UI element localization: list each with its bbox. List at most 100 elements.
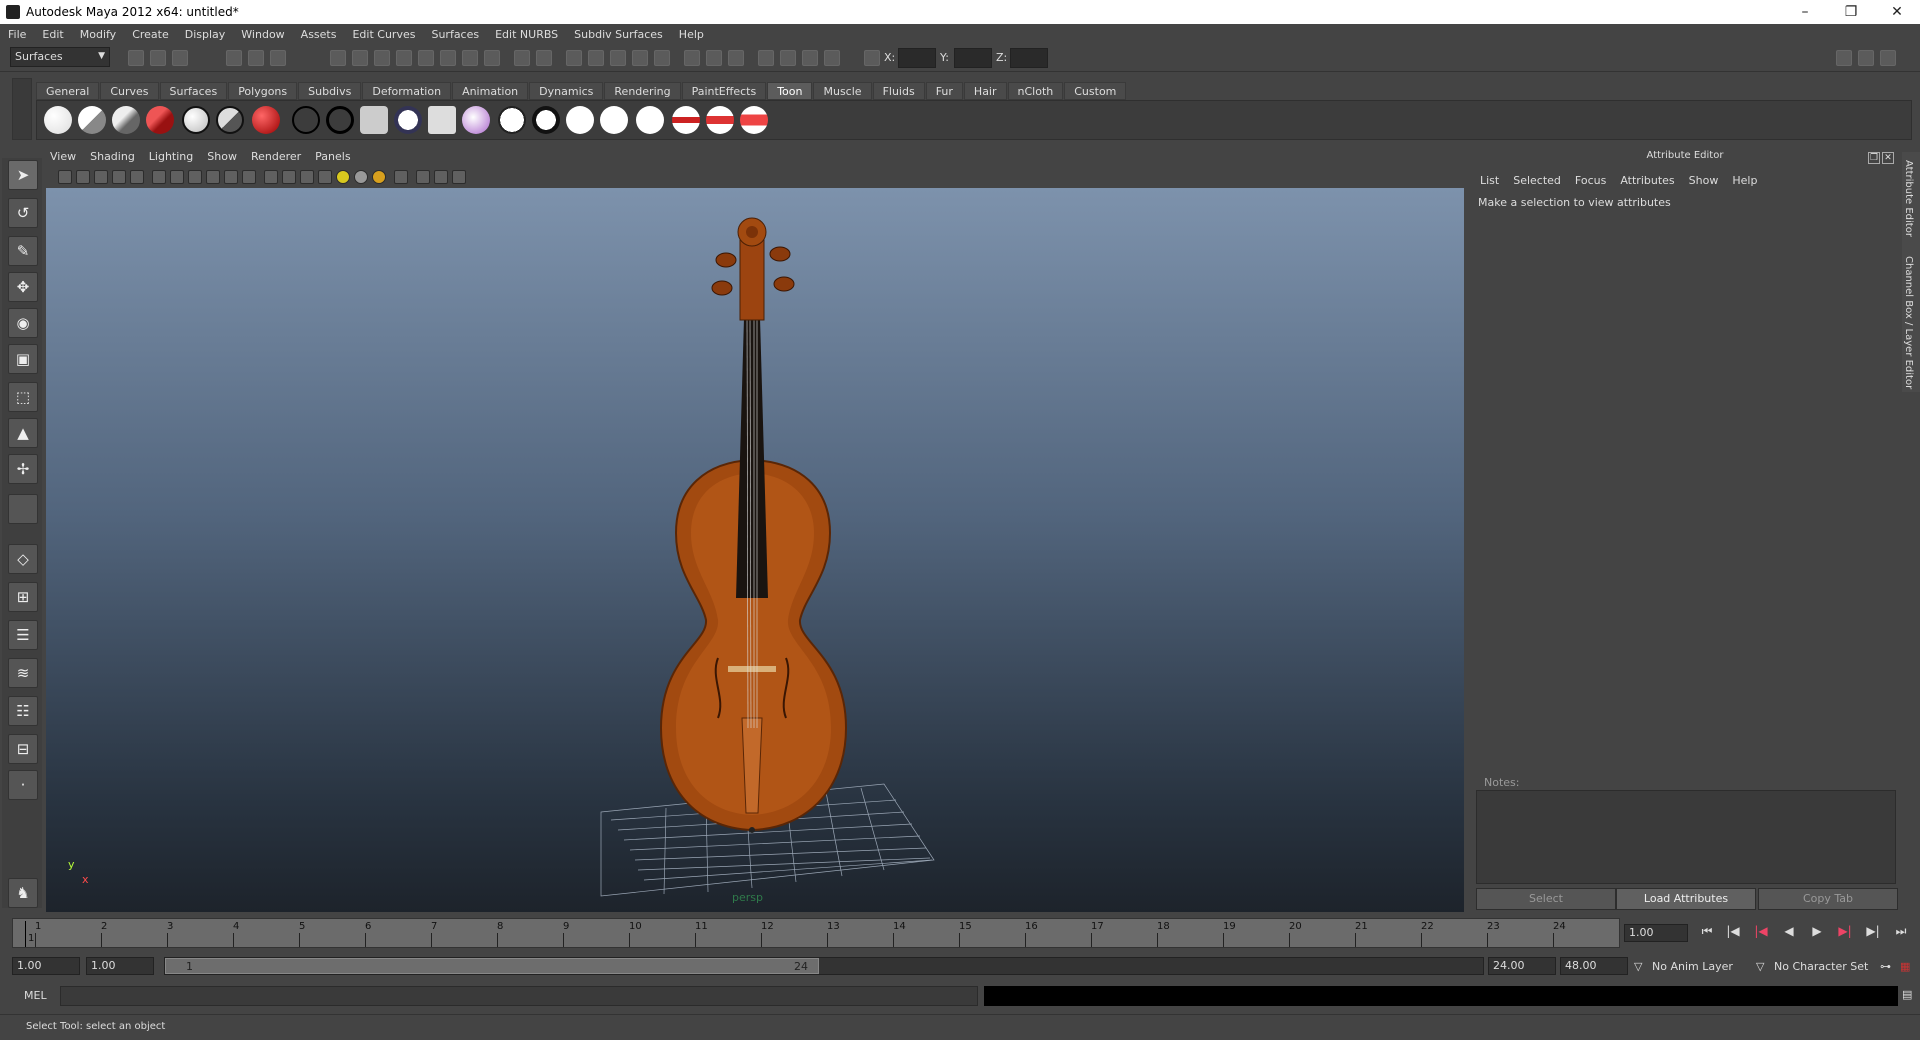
hypershade-icon[interactable] <box>802 50 818 66</box>
toon-intersect-icon[interactable] <box>636 106 664 134</box>
menu-modify[interactable]: Modify <box>80 28 116 41</box>
shelf-tab-fluids[interactable]: Fluids <box>872 82 925 100</box>
lasso-tool-icon[interactable]: ↺ <box>8 198 38 228</box>
panel-menu-show[interactable]: Show <box>207 150 237 166</box>
use-default-light-icon[interactable] <box>336 170 350 184</box>
menu-help[interactable]: Help <box>679 28 704 41</box>
xray-icon[interactable] <box>416 170 430 184</box>
panel-menu-lighting[interactable]: Lighting <box>149 150 193 166</box>
camera-attributes-icon[interactable] <box>76 170 90 184</box>
graph-persp-layout-icon[interactable]: ≋ <box>8 658 38 688</box>
shelf-tab-toon[interactable]: Toon <box>767 82 813 100</box>
toggle-channel-box-icon[interactable] <box>1880 50 1896 66</box>
character-set-chevron-icon[interactable]: ▽ <box>1756 960 1764 973</box>
single-perspective-layout-icon[interactable]: ◇ <box>8 544 38 574</box>
new-scene-icon[interactable] <box>128 50 144 66</box>
toon-red-sphere-icon[interactable] <box>252 106 280 134</box>
auto-key-icon[interactable]: ⊶ <box>1880 960 1891 973</box>
toon-assign-icon[interactable] <box>360 106 388 134</box>
lock-selection-icon[interactable] <box>514 50 530 66</box>
ipr-render-icon[interactable] <box>758 50 774 66</box>
make-live-icon[interactable] <box>654 50 670 66</box>
render-frame-icon[interactable] <box>728 50 744 66</box>
paint-select-tool-icon[interactable]: ✎ <box>8 236 38 266</box>
shelf-tab-muscle[interactable]: Muscle <box>813 82 872 100</box>
toon-outline-shaded-icon[interactable] <box>216 106 244 134</box>
outliner-graph-layout-icon[interactable]: ☷ <box>8 696 38 726</box>
shelf-tab-dynamics[interactable]: Dynamics <box>529 82 604 100</box>
use-all-lights-icon[interactable] <box>354 170 368 184</box>
snap-point-icon[interactable] <box>610 50 626 66</box>
toon-profile-line-icon[interactable] <box>326 106 354 134</box>
mel-input[interactable] <box>60 986 978 1006</box>
start-time-field[interactable]: 1.00 <box>12 957 80 975</box>
scale-tool-icon[interactable]: ▣ <box>8 344 38 374</box>
toon-line-icon[interactable] <box>292 106 320 134</box>
shelf-options[interactable] <box>12 78 32 140</box>
render-settings-icon[interactable] <box>780 50 796 66</box>
image-plane-icon[interactable] <box>112 170 126 184</box>
toon-brush-icon[interactable] <box>498 106 526 134</box>
resolution-gate-icon[interactable] <box>188 170 202 184</box>
attr-menu-list[interactable]: List <box>1480 174 1499 187</box>
toon-fill-red-icon[interactable] <box>146 106 174 134</box>
select-tool-icon[interactable]: ➤ <box>8 160 38 190</box>
shelf-tab-hair[interactable]: Hair <box>963 82 1007 100</box>
soft-modification-icon[interactable]: ▲ <box>8 418 38 448</box>
shelf-tab-ncloth[interactable]: nCloth <box>1007 82 1064 100</box>
shelf-tab-fur[interactable]: Fur <box>925 82 963 100</box>
anim-layer-chevron-icon[interactable]: ▽ <box>1634 960 1642 973</box>
playback-end-field[interactable]: 24.00 <box>1488 957 1556 975</box>
share-icon[interactable] <box>452 170 466 184</box>
select-object-icon[interactable] <box>248 50 264 66</box>
select-by-rendering-icon[interactable] <box>462 50 478 66</box>
shadows-icon[interactable] <box>372 170 386 184</box>
xray-joints-icon[interactable] <box>434 170 448 184</box>
input-output-icon[interactable] <box>684 50 700 66</box>
shelf-tab-subdivs[interactable]: Subdivs <box>298 82 362 100</box>
shelf-tab-rendering[interactable]: Rendering <box>604 82 681 100</box>
save-scene-icon[interactable] <box>172 50 188 66</box>
toggle-attribute-editor-icon[interactable] <box>1836 50 1852 66</box>
menu-display[interactable]: Display <box>185 28 226 41</box>
end-time-field[interactable]: 48.00 <box>1560 957 1628 975</box>
shelf-tab-deformation[interactable]: Deformation <box>362 82 452 100</box>
notes-field[interactable] <box>1476 790 1896 884</box>
wireframe-on-shaded-icon[interactable] <box>300 170 314 184</box>
menu-edit-curves[interactable]: Edit Curves <box>352 28 415 41</box>
attr-menu-attributes[interactable]: Attributes <box>1620 174 1674 187</box>
toon-outline-white-icon[interactable] <box>182 106 210 134</box>
go-to-end-icon[interactable]: ⏭ <box>1890 924 1912 942</box>
go-to-start-icon[interactable]: ⏮ <box>1696 924 1718 942</box>
toon-fill-shaded-icon[interactable] <box>78 106 106 134</box>
smooth-shade-icon[interactable] <box>282 170 296 184</box>
current-time-field[interactable]: 1.00 <box>1624 924 1688 942</box>
animation-preferences-icon[interactable]: ▦ <box>1900 960 1910 973</box>
field-chart-icon[interactable] <box>224 170 238 184</box>
select-by-surface-icon[interactable] <box>396 50 412 66</box>
playback-start-field[interactable]: 1.00 <box>86 957 154 975</box>
panel-menu-shading[interactable]: Shading <box>90 150 135 166</box>
toon-line-width-icon[interactable] <box>706 106 734 134</box>
script-editor-icon[interactable]: ▤ <box>1902 988 1912 1001</box>
restore-button[interactable]: ❐ <box>1828 0 1874 24</box>
snap-curve-icon[interactable] <box>588 50 604 66</box>
y-field[interactable] <box>954 48 992 68</box>
copy-tab-button[interactable]: Copy Tab <box>1758 888 1898 910</box>
close-button[interactable]: ✕ <box>1874 0 1920 24</box>
shelf-tab-animation[interactable]: Animation <box>452 82 529 100</box>
snap-view-plane-icon[interactable] <box>632 50 648 66</box>
perspective-viewport[interactable]: y x persp <box>46 188 1464 912</box>
select-by-curve-icon[interactable] <box>374 50 390 66</box>
current-frame-marker[interactable] <box>25 921 26 947</box>
attr-menu-show[interactable]: Show <box>1689 174 1719 187</box>
toon-convert-icon[interactable] <box>428 106 456 134</box>
toon-dots-icon[interactable] <box>532 106 560 134</box>
shelf-tab-curves[interactable]: Curves <box>100 82 159 100</box>
side-tab-channel-box[interactable]: Channel Box / Layer Editor <box>1903 256 1914 389</box>
film-gate-icon[interactable] <box>170 170 184 184</box>
toon-border-icon[interactable] <box>600 106 628 134</box>
render-view-icon[interactable] <box>824 50 840 66</box>
menu-subdiv-surfaces[interactable]: Subdiv Surfaces <box>574 28 663 41</box>
step-back-frame-icon[interactable]: |◀ <box>1722 924 1744 942</box>
